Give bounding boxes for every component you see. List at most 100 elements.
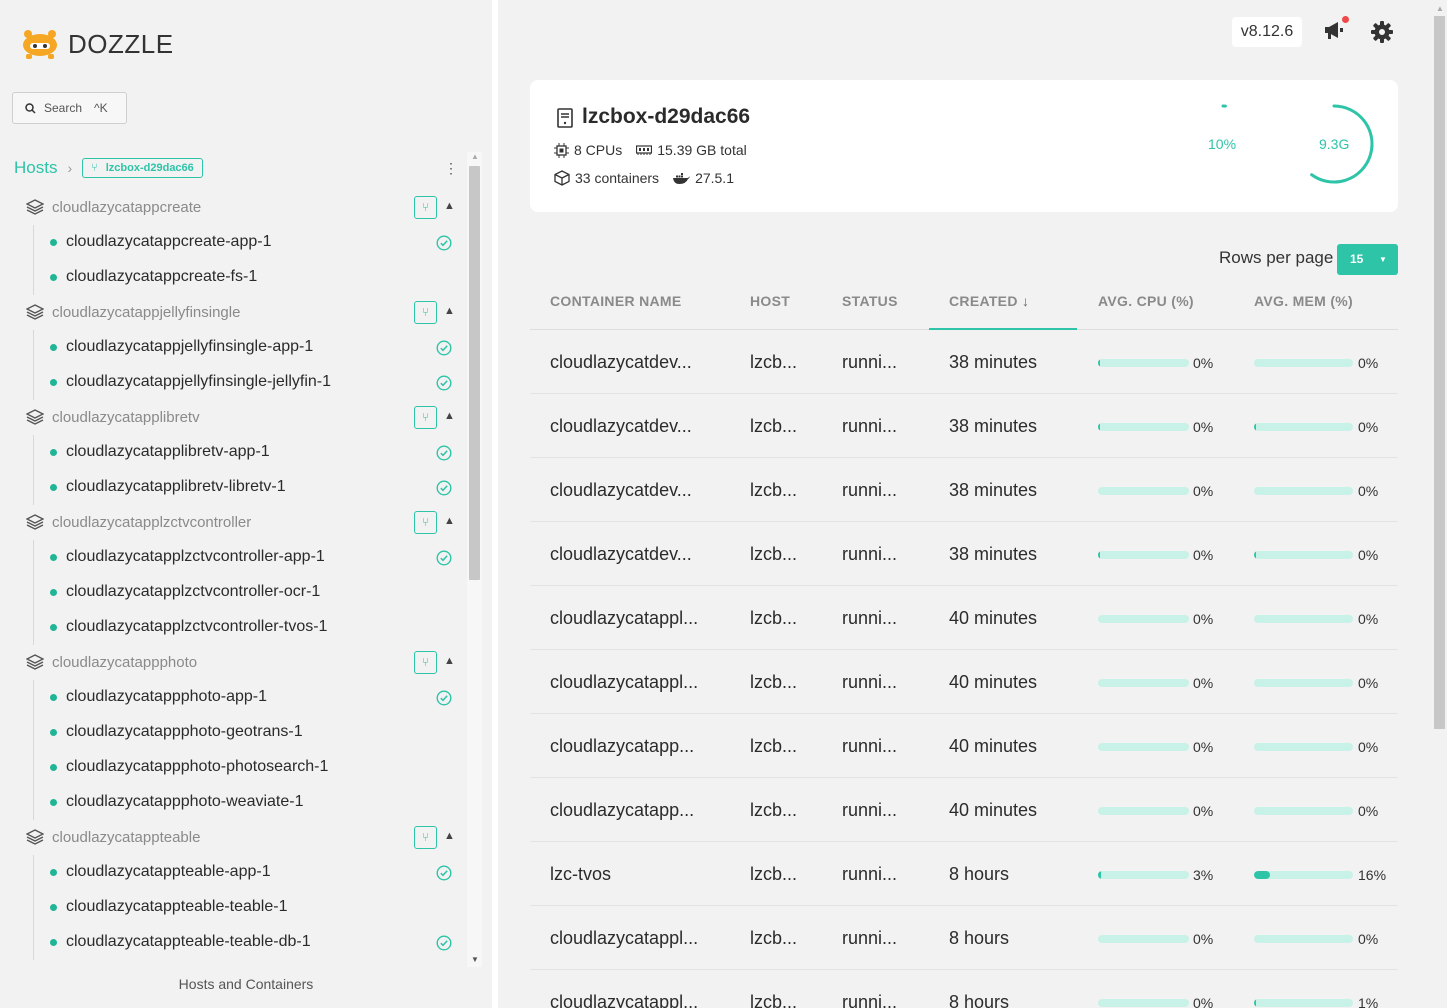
table-row[interactable]: cloudlazycatapp... lzcb... runni... 40 minu… bbox=[530, 714, 1398, 778]
chevron-up-icon[interactable]: ▲ bbox=[444, 410, 455, 422]
main-scrollbar-thumb[interactable] bbox=[1434, 16, 1445, 729]
app-logo[interactable]: DOZZLE bbox=[20, 28, 174, 60]
tree-line bbox=[33, 890, 34, 925]
sidebar-group[interactable]: cloudlazycatapplzctvcontroller ⑂ ▲ bbox=[0, 505, 462, 540]
settings-button[interactable] bbox=[1370, 20, 1394, 49]
sidebar-container-item[interactable]: cloudlazycatapplzctvcontroller-ocr-1 bbox=[0, 575, 462, 610]
rows-per-page-select[interactable]: 15 ▼ bbox=[1337, 244, 1398, 275]
group-host-toggle-button[interactable]: ⑂ bbox=[414, 406, 437, 429]
sidebar-group[interactable]: cloudlazycatappcreate ⑂ ▲ bbox=[0, 190, 462, 225]
cpu-icon bbox=[554, 142, 569, 158]
sidebar-group[interactable]: cloudlazycatappphoto ⑂ ▲ bbox=[0, 645, 462, 680]
scroll-down-arrow-icon[interactable]: ▼ bbox=[471, 955, 479, 964]
sidebar-container-item[interactable]: cloudlazycatappphoto-photosearch-1 bbox=[0, 750, 462, 785]
cpu-metric: 10% bbox=[1208, 136, 1237, 152]
search-button[interactable]: Search ^K bbox=[12, 92, 127, 124]
fork-icon: ⑂ bbox=[91, 162, 98, 174]
container-name-cell: cloudlazycatdev... bbox=[550, 352, 692, 372]
sidebar-container-item[interactable]: cloudlazycatappteable-app-1 bbox=[0, 855, 462, 890]
created-cell: 38 minutes bbox=[949, 352, 1038, 372]
sidebar-group-label: cloudlazycatappcreate bbox=[52, 199, 202, 216]
check-circle-icon bbox=[436, 235, 452, 256]
table-row[interactable]: cloudlazycatappl... lzcb... runni... 8 hour… bbox=[530, 906, 1398, 970]
status-cell: runni... bbox=[842, 864, 898, 884]
table-row[interactable]: cloudlazycatdev... lzcb... runni... 38 minu… bbox=[530, 522, 1398, 586]
sidebar-container-item[interactable]: cloudlazycatapplibretv-app-1 bbox=[0, 435, 462, 470]
table-row[interactable]: cloudlazycatappl... lzcb... runni... 40 min… bbox=[530, 650, 1398, 714]
table-row[interactable]: cloudlazycatdev... lzcb... runni... 38 minu… bbox=[530, 330, 1398, 394]
sidebar-container-item[interactable]: cloudlazycatappphoto-geotrans-1 bbox=[0, 715, 462, 750]
group-host-toggle-button[interactable]: ⑂ bbox=[414, 826, 437, 849]
sidebar-container-item[interactable]: cloudlazycatappteable-teable-db-1 bbox=[0, 925, 462, 960]
status-cell: runni... bbox=[842, 992, 898, 1008]
tree-line bbox=[33, 575, 34, 610]
sidebar-container-item[interactable]: cloudlazycatappjellyfinsingle-jellyfin-1 bbox=[0, 365, 462, 400]
tree-line bbox=[33, 470, 34, 505]
header-host[interactable]: HOST bbox=[750, 293, 790, 309]
group-host-toggle-button[interactable]: ⑂ bbox=[414, 196, 437, 219]
created-cell: 38 minutes bbox=[949, 544, 1038, 564]
header-avg-cpu[interactable]: AVG. CPU (%) bbox=[1098, 293, 1194, 309]
sidebar-divider[interactable] bbox=[492, 0, 498, 1008]
sidebar-scrollbar-thumb[interactable] bbox=[469, 166, 480, 580]
breadcrumb-hosts-link[interactable]: Hosts bbox=[14, 158, 57, 178]
sidebar-group[interactable]: cloudlazycatappteable ⑂ ▲ bbox=[0, 820, 462, 855]
chevron-up-icon[interactable]: ▲ bbox=[444, 515, 455, 527]
host-cell: lzcb... bbox=[750, 736, 798, 756]
status-cell: runni... bbox=[842, 608, 898, 628]
group-host-toggle-button[interactable]: ⑂ bbox=[414, 511, 437, 534]
header-container-name[interactable]: CONTAINER NAME bbox=[550, 293, 682, 309]
chevron-up-icon[interactable]: ▲ bbox=[444, 655, 455, 667]
sidebar-container-item[interactable]: cloudlazycatappteable-teable-1 bbox=[0, 890, 462, 925]
search-icon bbox=[25, 102, 36, 114]
sort-arrow-down-icon[interactable]: ↓ bbox=[1022, 293, 1029, 309]
table-row[interactable]: cloudlazycatappl... lzcb... runni... 8 hour… bbox=[530, 970, 1398, 1008]
sidebar-container-item[interactable]: cloudlazycatappcreate-fs-1 bbox=[0, 260, 462, 295]
status-cell: runni... bbox=[842, 352, 898, 372]
host-cell: lzcb... bbox=[750, 672, 798, 692]
sidebar-container-item[interactable]: cloudlazycatappcreate-app-1 bbox=[0, 225, 462, 260]
created-cell: 40 minutes bbox=[949, 672, 1038, 692]
group-host-toggle-button[interactable]: ⑂ bbox=[414, 301, 437, 324]
sidebar-container-item[interactable]: cloudlazycatapplzctvcontroller-app-1 bbox=[0, 540, 462, 575]
scroll-up-arrow-icon[interactable]: ▲ bbox=[471, 152, 479, 161]
cpu-usage-bar bbox=[1098, 743, 1189, 751]
header-avg-mem[interactable]: AVG. MEM (%) bbox=[1254, 293, 1353, 309]
container-name-cell: cloudlazycatdev... bbox=[550, 480, 692, 500]
table-row[interactable]: lzc-tvos lzcb... runni... 8 hours 3% 16% bbox=[530, 842, 1398, 906]
table-row[interactable]: cloudlazycatdev... lzcb... runni... 38 minu… bbox=[530, 394, 1398, 458]
table-row[interactable]: cloudlazycatappl... lzcb... runni... 40 min… bbox=[530, 586, 1398, 650]
sidebar-group[interactable]: cloudlazycatapplibretv ⑂ ▲ bbox=[0, 400, 462, 435]
announcements-button[interactable] bbox=[1322, 18, 1346, 47]
sidebar-container-label: cloudlazycatappphoto-weaviate-1 bbox=[66, 793, 304, 810]
chevron-up-icon[interactable]: ▲ bbox=[444, 200, 455, 212]
header-created[interactable]: CREATED bbox=[949, 293, 1018, 309]
sidebar-container-item[interactable]: cloudlazycatappphoto-app-1 bbox=[0, 680, 462, 715]
sidebar-container-item[interactable]: cloudlazycatapplzctvcontroller-tvos-1 bbox=[0, 610, 462, 645]
status-cell: runni... bbox=[842, 800, 898, 820]
sidebar-container-item[interactable]: cloudlazycatappphoto-weaviate-1 bbox=[0, 785, 462, 820]
cpu-usage-bar bbox=[1098, 679, 1189, 687]
memory-usage-bar bbox=[1254, 807, 1353, 815]
sidebar-group[interactable]: cloudlazycatappjellyfinsingle ⑂ ▲ bbox=[0, 295, 462, 330]
group-host-toggle-button[interactable]: ⑂ bbox=[414, 651, 437, 674]
memory-usage-bar bbox=[1254, 679, 1353, 687]
chevron-up-icon[interactable]: ▲ bbox=[444, 830, 455, 842]
created-cell: 8 hours bbox=[949, 928, 1010, 948]
breadcrumb-current-host[interactable]: ⑂ lzcbox-d29dac66 bbox=[82, 158, 203, 178]
main-scroll-up-arrow-icon[interactable]: ▲ bbox=[1436, 4, 1444, 13]
table-row[interactable]: cloudlazycatdev... lzcb... runni... 38 minu… bbox=[530, 458, 1398, 522]
chevron-up-icon[interactable]: ▲ bbox=[444, 305, 455, 317]
container-name-cell: cloudlazycatappl... bbox=[550, 992, 699, 1008]
version-badge[interactable]: v8.12.6 bbox=[1232, 17, 1302, 47]
more-options-icon[interactable]: ⋮ bbox=[444, 160, 458, 177]
sidebar-container-item[interactable]: cloudlazycatappjellyfinsingle-app-1 bbox=[0, 330, 462, 365]
sidebar-container-item[interactable]: cloudlazycatapplibretv-libretv-1 bbox=[0, 470, 462, 505]
check-circle-icon bbox=[436, 340, 452, 361]
host-card: lzcbox-d29dac66 8 CPUs 15.39 GB total 33… bbox=[530, 80, 1398, 212]
tree-line bbox=[33, 225, 34, 260]
table-row[interactable]: cloudlazycatapp... lzcb... runni... 40 minu… bbox=[530, 778, 1398, 842]
header-status[interactable]: STATUS bbox=[842, 293, 898, 309]
tree-line bbox=[33, 365, 34, 400]
check-circle-icon bbox=[436, 865, 452, 886]
